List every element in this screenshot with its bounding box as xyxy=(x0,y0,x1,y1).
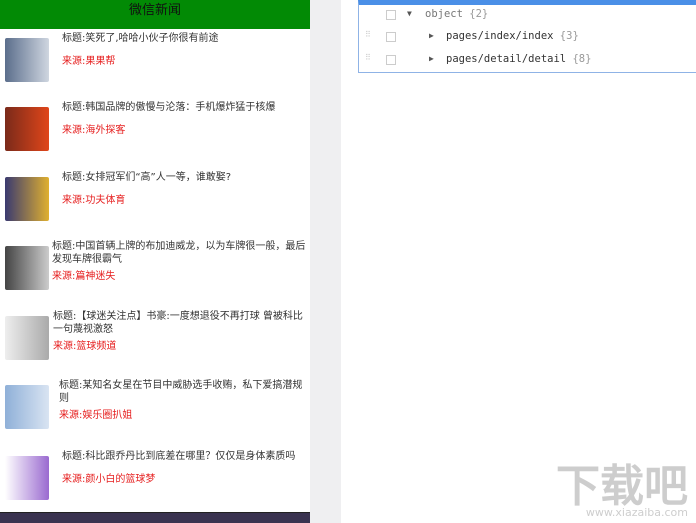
news-source: 来源:篮球频道 xyxy=(53,341,117,352)
news-source: 来源:娱乐圈扒姐 xyxy=(59,410,133,421)
tree-key: pages/detail/detail xyxy=(446,53,567,65)
tree-count: {2} xyxy=(469,8,489,20)
news-title: 标题:笑死了,哈哈小伙子你很有前途 xyxy=(62,33,219,44)
news-item[interactable]: 标题:韩国品牌的傲慢与沦落：手机爆炸猛于核爆 来源:海外探客 xyxy=(0,100,310,160)
tab-bar[interactable] xyxy=(0,512,310,523)
checkbox[interactable] xyxy=(386,55,396,65)
tree-row[interactable]: ⠿ ▶ pages/detail/detail {8} xyxy=(359,52,696,70)
caret-down-icon[interactable]: ▼ xyxy=(407,9,412,18)
news-source: 来源:海外探客 xyxy=(62,125,126,136)
news-item[interactable]: 标题:中国首辆上牌的布加迪威龙，以为车牌很一般，最后发现车牌很霸气 来源:篇神迷… xyxy=(0,239,310,299)
news-thumbnail xyxy=(5,38,49,82)
news-thumbnail xyxy=(5,316,49,360)
drag-handle-icon[interactable]: ⠿ xyxy=(365,54,373,65)
phone-preview: 微信新闻 标题:笑死了,哈哈小伙子你很有前途 来源:果果帮 标题:韩国品牌的傲慢… xyxy=(0,0,310,523)
news-title: 标题:韩国品牌的傲慢与沦落：手机爆炸猛于核爆 xyxy=(62,102,276,113)
news-source: 来源:果果帮 xyxy=(62,56,116,67)
nav-title: 微信新闻 xyxy=(0,0,310,29)
tree-row-root[interactable]: ▼ object {2} xyxy=(359,7,696,25)
news-thumbnail xyxy=(5,385,49,429)
news-item[interactable]: 标题:某知名女星在节目中威胁选手收贿，私下爱搞潜规则 来源:娱乐圈扒姐 xyxy=(0,378,310,438)
news-item[interactable]: 标题:【球迷关注点】书豪:一度想退役不再打球 曾被科比一句蔑视激怒 来源:篮球频… xyxy=(0,309,310,369)
news-thumbnail xyxy=(5,177,49,221)
tree-count: {8} xyxy=(572,53,592,65)
caret-right-icon[interactable]: ▶ xyxy=(429,54,434,63)
news-item[interactable]: 标题:笑死了,哈哈小伙子你很有前途 来源:果果帮 xyxy=(0,31,310,91)
news-title: 标题:女排冠军们“高”人一等，谁敢娶? xyxy=(62,172,232,183)
news-title: 标题:中国首辆上牌的布加迪威龙，以为车牌很一般，最后发现车牌很霸气 xyxy=(52,241,306,265)
news-thumbnail xyxy=(5,107,49,151)
news-thumbnail xyxy=(5,456,49,500)
news-thumbnail xyxy=(5,246,49,290)
news-item[interactable]: 标题:女排冠军们“高”人一等，谁敢娶? 来源:功夫体育 xyxy=(0,170,310,230)
news-source: 来源:颜小白的篮球梦 xyxy=(62,474,156,485)
news-title: 标题:科比跟乔丹比到底差在哪里？仅仅是身体素质吗 xyxy=(62,451,296,462)
news-item[interactable]: 标题:科比跟乔丹比到底差在哪里？仅仅是身体素质吗 来源:颜小白的篮球梦 xyxy=(0,449,310,509)
tree-key: pages/index/index xyxy=(446,30,554,42)
tree-count: {3} xyxy=(559,30,579,42)
caret-right-icon[interactable]: ▶ xyxy=(429,31,434,40)
json-tree-panel: ▼ object {2} ⠿ ▶ pages/index/index {3} ⠿… xyxy=(358,0,696,73)
drag-handle-icon[interactable]: ⠿ xyxy=(365,31,373,42)
tree-row[interactable]: ⠿ ▶ pages/index/index {3} xyxy=(359,29,696,47)
checkbox[interactable] xyxy=(386,32,396,42)
news-title: 标题:某知名女星在节目中威胁选手收贿，私下爱搞潜规则 xyxy=(59,380,303,404)
checkbox[interactable] xyxy=(386,10,396,20)
news-title: 标题:【球迷关注点】书豪:一度想退役不再打球 曾被科比一句蔑视激怒 xyxy=(53,311,303,335)
divider xyxy=(310,0,341,523)
watermark-logo: 下载吧 www.xiazaiba.com xyxy=(556,461,688,519)
news-source: 来源:篇神迷失 xyxy=(52,271,116,282)
news-source: 来源:功夫体育 xyxy=(62,195,126,206)
tree-key: object xyxy=(425,8,463,20)
